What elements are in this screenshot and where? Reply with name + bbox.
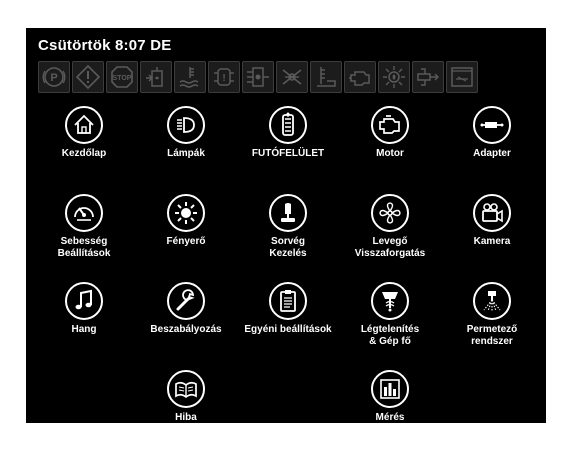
- menu-tile-label: Hang: [71, 324, 97, 335]
- camera-icon: [473, 194, 511, 232]
- status-day-time: Csütörtök 8:07 DE: [38, 37, 172, 54]
- display-screen: Csütörtök 8:07 DE P STOP! Kezdőlap Lámpák F…: [26, 28, 546, 423]
- menu-tile-label: Mérés: [375, 412, 405, 423]
- menu-tile-label: Permetező rendszer: [466, 324, 518, 347]
- stop-icon: STOP: [106, 61, 138, 93]
- menu-tile-label: Egyéni beállítások: [244, 324, 332, 335]
- menu-tile-fan[interactable]: Levegő Visszaforgatás: [340, 194, 440, 274]
- adapter-icon: [412, 61, 444, 93]
- transmission-fault-icon: !: [208, 61, 240, 93]
- svg-text:P: P: [50, 72, 57, 84]
- sprayer-icon: [473, 282, 511, 320]
- menu-tile-headlight[interactable]: Lámpák: [136, 106, 236, 186]
- menu-tile-speedometer[interactable]: Sebesség Beállítások: [34, 194, 134, 274]
- home-icon: [65, 106, 103, 144]
- menu-tile-label: FUTÓFELÜLET: [251, 148, 325, 159]
- menu-tile-label: Hiba: [175, 412, 197, 423]
- warning-indicator-bar: P STOP!: [38, 61, 478, 93]
- menu-tile-label: Sebesség Beállítások: [57, 236, 111, 259]
- joystick-icon: [269, 194, 307, 232]
- svg-text:STOP: STOP: [113, 75, 132, 82]
- hydraulic-oil-temp-icon: [310, 61, 342, 93]
- engine-check-icon: [344, 61, 376, 93]
- menu-tile-camera[interactable]: Kamera: [442, 194, 542, 274]
- menu-tile-label: Levegő Visszaforgatás: [354, 236, 426, 259]
- menu-tile-label: Kezdőlap: [61, 148, 107, 159]
- menu-tile-home[interactable]: Kezdőlap: [34, 106, 134, 186]
- fuel-filter-icon: [140, 61, 172, 93]
- fan-icon: [371, 194, 409, 232]
- menu-tile-adapter[interactable]: Adapter: [442, 106, 542, 186]
- menu-tile-boom-fan[interactable]: Légtelenítés & Gép fő: [340, 282, 440, 362]
- clipboard-icon: [269, 282, 307, 320]
- boom-fan-icon: [371, 282, 409, 320]
- speedometer-icon: [65, 194, 103, 232]
- menu-tile-tread[interactable]: FUTÓFELÜLET: [238, 106, 338, 186]
- music-note-icon: [65, 282, 103, 320]
- menu-tile-clipboard[interactable]: Egyéni beállítások: [238, 282, 338, 362]
- engine-icon: [371, 106, 409, 144]
- menu-tile-label: Adapter: [473, 148, 511, 159]
- headlight-icon: [167, 106, 205, 144]
- menu-tile-label: Fényerő: [166, 236, 206, 247]
- menu-tile-brightness[interactable]: Fényerő: [136, 194, 236, 274]
- menu-tile-bar-chart[interactable]: Mérés: [340, 370, 440, 450]
- oil-pressure-icon: [378, 61, 410, 93]
- bar-chart-icon: [371, 370, 409, 408]
- menu-tile-book[interactable]: Hiba: [136, 370, 236, 450]
- hydraulic-fault-icon: [242, 61, 274, 93]
- parking-brake-icon: P: [38, 61, 70, 93]
- book-icon: [167, 370, 205, 408]
- menu-tile-music-note[interactable]: Hang: [34, 282, 134, 362]
- menu-tile-label: Motor: [376, 148, 404, 159]
- menu-grid: Kezdőlap Lámpák FUTÓFELÜLET Motor Adapter Seb…: [34, 106, 538, 423]
- steering-fault-icon: [276, 61, 308, 93]
- adapter-icon: [473, 106, 511, 144]
- coolant-level-icon: [174, 61, 206, 93]
- svg-text:!: !: [222, 73, 225, 84]
- menu-tile-label: Lámpák: [167, 148, 205, 159]
- tread-icon: [269, 106, 307, 144]
- menu-tile-engine[interactable]: Motor: [340, 106, 440, 186]
- menu-tile-label: Kamera: [473, 236, 511, 247]
- menu-tile-sprayer[interactable]: Permetező rendszer: [442, 282, 542, 362]
- menu-tile-label: Légtelenítés & Gép fő: [360, 324, 420, 347]
- menu-tile-label: Beszabályozás: [150, 324, 222, 335]
- menu-tile-label: Sorvég Kezelés: [269, 236, 307, 259]
- warning-triangle-icon: [72, 61, 104, 93]
- brightness-icon: [167, 194, 205, 232]
- wrench-icon: [167, 282, 205, 320]
- menu-tile-wrench[interactable]: Beszabályozás: [136, 282, 236, 362]
- menu-tile-joystick[interactable]: Sorvég Kezelés: [238, 194, 338, 274]
- message-icon: [446, 61, 478, 93]
